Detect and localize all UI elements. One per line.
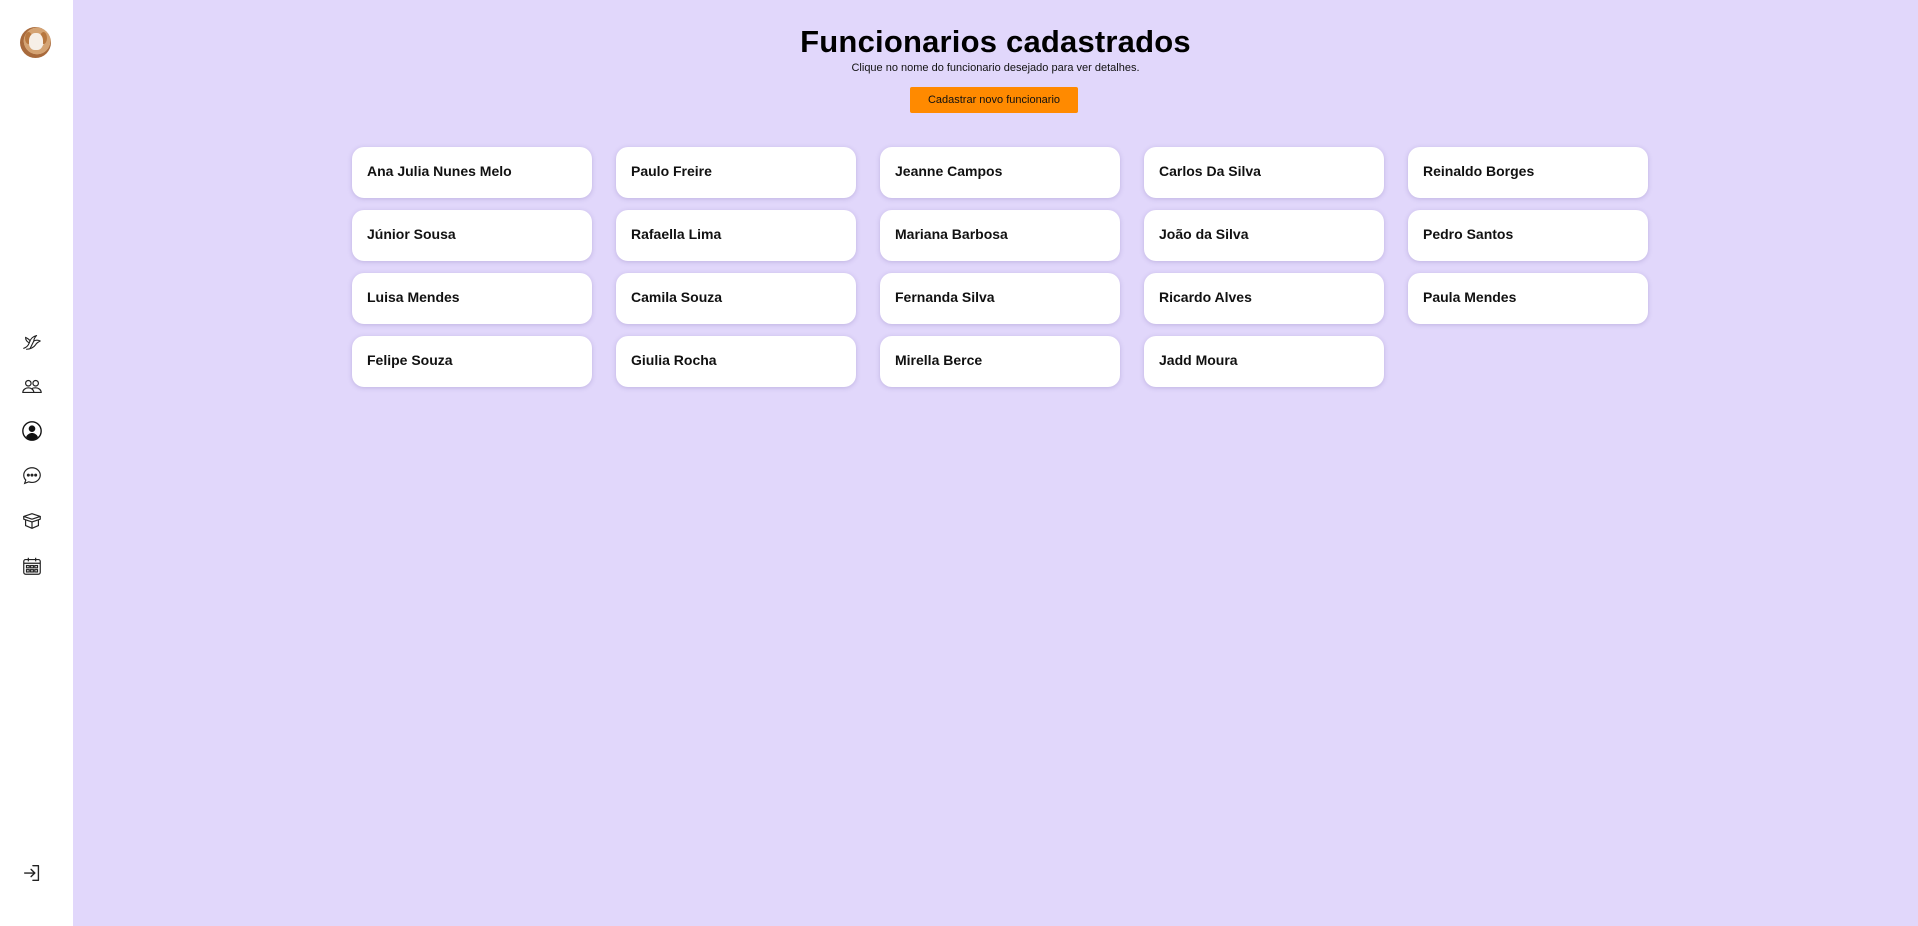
page-title: Funcionarios cadastrados [800, 24, 1191, 59]
user-avatar[interactable] [20, 27, 51, 58]
employee-card[interactable]: Luisa Mendes [352, 273, 592, 324]
employee-card[interactable]: Ana Julia Nunes Melo [352, 147, 592, 198]
sidebar-item-chat[interactable] [19, 463, 44, 488]
chat-icon [22, 466, 41, 484]
employee-card[interactable]: Júnior Sousa [352, 210, 592, 261]
sidebar [0, 0, 73, 926]
sidebar-item-dove[interactable] [19, 328, 44, 353]
employee-card[interactable]: Mariana Barbosa [880, 210, 1120, 261]
sidebar-item-calendar[interactable] [19, 553, 44, 578]
employee-grid: Ana Julia Nunes Melo Paulo Freire Jeanne… [352, 147, 1652, 387]
employee-card[interactable]: Reinaldo Borges [1408, 147, 1648, 198]
sidebar-item-box[interactable] [19, 508, 44, 533]
avatar-face [29, 33, 43, 50]
sidebar-item-team[interactable] [19, 373, 44, 398]
add-employee-button[interactable]: Cadastrar novo funcionario [910, 87, 1078, 113]
employee-card[interactable]: Mirella Berce [880, 336, 1120, 387]
employee-card[interactable]: Jeanne Campos [880, 147, 1120, 198]
sidebar-item-profile[interactable] [19, 418, 44, 443]
employee-card[interactable]: Ricardo Alves [1144, 273, 1384, 324]
employee-card[interactable]: Jadd Moura [1144, 336, 1384, 387]
main-content: Funcionarios cadastrados Clique no nome … [73, 0, 1918, 926]
dove-icon [22, 334, 41, 350]
logout-button[interactable] [19, 860, 44, 885]
team-icon [21, 379, 42, 393]
employee-card[interactable]: Pedro Santos [1408, 210, 1648, 261]
employee-card[interactable]: Carlos Da Silva [1144, 147, 1384, 198]
employee-card[interactable]: João da Silva [1144, 210, 1384, 261]
user-circle-icon [21, 420, 42, 441]
employee-card[interactable]: Camila Souza [616, 273, 856, 324]
employee-card[interactable]: Felipe Souza [352, 336, 592, 387]
employee-card[interactable]: Paula Mendes [1408, 273, 1648, 324]
calendar-icon [22, 557, 41, 575]
box-icon [22, 512, 41, 529]
logout-icon [23, 864, 39, 881]
employee-card[interactable]: Rafaella Lima [616, 210, 856, 261]
employee-card[interactable]: Giulia Rocha [616, 336, 856, 387]
employee-card[interactable]: Paulo Freire [616, 147, 856, 198]
employee-card[interactable]: Fernanda Silva [880, 273, 1120, 324]
page-subtitle: Clique no nome do funcionario desejado p… [851, 62, 1140, 74]
